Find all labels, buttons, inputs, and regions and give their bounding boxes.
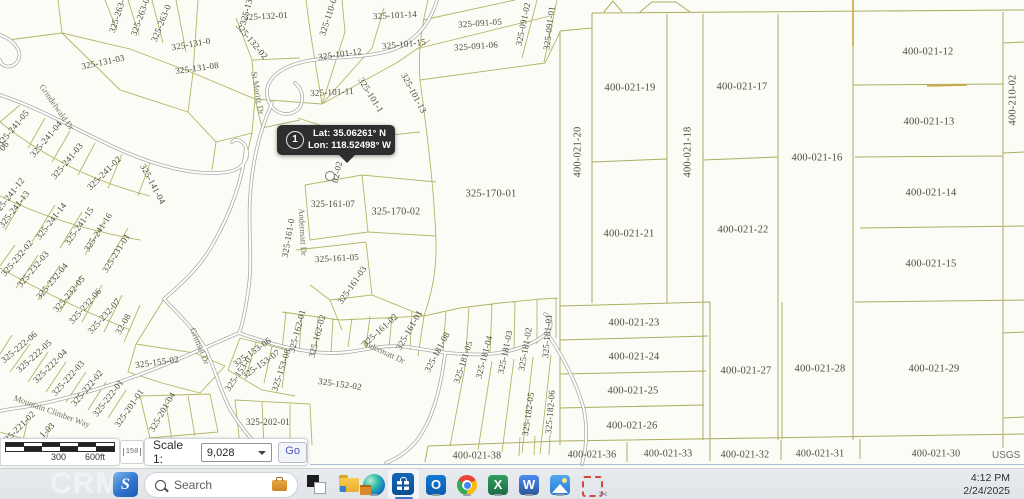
- microsoft-store-icon[interactable]: [388, 469, 419, 499]
- tooltip-lon: Lon: 118.52498° W: [308, 140, 391, 151]
- parcel-label: 400-021-15: [905, 258, 957, 270]
- parcel-label: 325-202-01: [246, 417, 290, 427]
- chrome-icon[interactable]: [455, 473, 479, 497]
- parcel-label: 400-021-31: [795, 448, 845, 460]
- parcel-label: 400-021-12: [902, 46, 954, 58]
- tooltip-lat: Lat: 35.06261° N: [313, 128, 386, 139]
- scale-select[interactable]: 9,028: [200, 442, 273, 462]
- parcel-label: 400-021-24: [608, 351, 660, 363]
- parcel-label: 400-021-14: [905, 187, 957, 199]
- briefcase-icon: [272, 476, 287, 491]
- parcel-label: 400-021-20: [572, 126, 584, 178]
- clock-time: 4:12 PM: [970, 472, 1010, 484]
- parcel-label: 400-021-32: [720, 449, 770, 461]
- parcel-label: 400-021-17: [716, 81, 768, 93]
- task-view-icon[interactable]: [307, 475, 327, 495]
- parcel-label: 400-021-30: [911, 448, 961, 460]
- parcel-map-app: 325-263- 325-263-0 325-263-0 325-131-03 325-…: [0, 0, 1024, 499]
- crmls-logo: S: [113, 472, 138, 497]
- edge-icon[interactable]: [360, 473, 386, 497]
- parcel-label: 325-161-07: [311, 199, 355, 209]
- file-explorer-icon[interactable]: [339, 475, 359, 493]
- ruler-label-600ft: 600ft: [85, 452, 106, 462]
- scale-control: Scale 1: 9,028 Go: [144, 438, 308, 466]
- parcel-label: 400-021-13: [903, 116, 955, 128]
- word-icon[interactable]: W: [517, 473, 541, 497]
- parcel-label: 400-021-21: [603, 228, 655, 240]
- map-bottom-edge: [310, 464, 1024, 465]
- parcel-label: 325-170-01: [465, 188, 517, 200]
- search-icon: [155, 479, 166, 491]
- parcel-label: 400-021-33: [643, 448, 693, 460]
- scale-icon[interactable]: 150: [120, 440, 144, 464]
- clock-date: 2/24/2025: [963, 484, 1010, 497]
- scissors-icon: ✂: [598, 489, 608, 499]
- parcel-label: 400-021-19: [604, 82, 656, 94]
- excel-icon[interactable]: X: [486, 473, 510, 497]
- parcel-label: 400-021-26: [606, 420, 658, 432]
- go-button[interactable]: Go: [278, 441, 307, 463]
- search-placeholder: Search: [174, 478, 213, 492]
- scale-ruler-panel: 300 600ft: [0, 438, 120, 466]
- map-canvas[interactable]: [0, 0, 1024, 468]
- map-marker[interactable]: [325, 171, 335, 181]
- parcel-label: 400-210-02: [1007, 74, 1019, 126]
- ruler-label-300: 300: [51, 452, 67, 462]
- tooltip-coordinates: Lat: 35.06261° N Lon: 118.52498° W: [304, 128, 395, 152]
- parcel-label: 400-021-25: [607, 385, 659, 397]
- parcel-label: 400-021-38: [452, 450, 502, 462]
- parcel-label: 400-021-28: [794, 363, 846, 375]
- taskbar-search[interactable]: Search: [144, 472, 298, 498]
- photos-icon[interactable]: [548, 473, 572, 497]
- parcel-label: 325-170-02: [371, 206, 421, 218]
- map-attribution: USGS: [992, 450, 1021, 461]
- parcel-label: 400-021-18: [682, 126, 694, 178]
- parcel-label: 400-021-29: [908, 363, 960, 375]
- parcel-label: 400-021-16: [791, 152, 843, 164]
- taskbar: CRML S Search O X W ✂ 4:12 PM 2/24/2025: [0, 468, 1024, 499]
- snipping-tool-icon[interactable]: ✂: [579, 473, 608, 499]
- coordinate-tooltip: 1 Lat: 35.06261° N Lon: 118.52498° W: [277, 125, 395, 163]
- parcel-label: 400-021-27: [720, 365, 772, 377]
- tooltip-marker-number: 1: [286, 131, 304, 149]
- parcel-label: 400-021-36: [567, 449, 617, 461]
- parcel-label: 400-021-23: [608, 317, 660, 329]
- outlook-icon[interactable]: O: [424, 473, 448, 497]
- parcel-label: 400-021-22: [717, 224, 769, 236]
- highlight-boundary: [852, 0, 968, 87]
- scale-label: Scale 1:: [153, 438, 184, 466]
- taskbar-clock[interactable]: 4:12 PM 2/24/2025: [963, 472, 1010, 497]
